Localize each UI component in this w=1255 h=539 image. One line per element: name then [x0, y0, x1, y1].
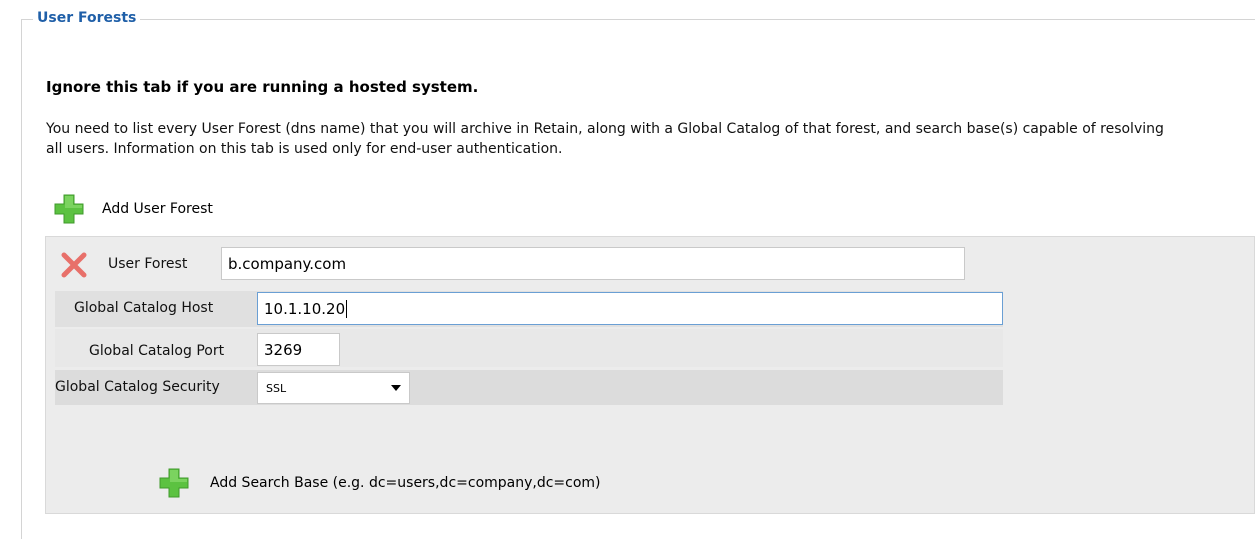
gc-host-label: Global Catalog Host — [74, 300, 214, 316]
add-search-base-button[interactable]: Add Search Base (e.g. dc=users,dc=compan… — [158, 467, 601, 499]
add-search-base-label: Add Search Base (e.g. dc=users,dc=compan… — [210, 475, 601, 491]
gc-port-label: Global Catalog Port — [89, 343, 225, 359]
gc-host-input[interactable]: 10.1.10.20 — [257, 292, 1003, 325]
gc-port-input[interactable]: 3269 — [257, 333, 340, 366]
hosted-notice: Ignore this tab if you are running a hos… — [46, 78, 479, 96]
user-forest-label: User Forest — [108, 256, 188, 272]
section-description: You need to list every User Forest (dns … — [46, 121, 1164, 157]
plus-icon — [53, 193, 85, 225]
gc-security-select[interactable]: SSL — [257, 372, 410, 404]
section-legend: User Forests — [33, 10, 141, 26]
chevron-down-icon — [391, 385, 401, 391]
add-user-forest-button[interactable]: Add User Forest — [53, 193, 213, 225]
add-user-forest-label: Add User Forest — [102, 201, 213, 217]
user-forest-value: b.company.com — [228, 254, 347, 273]
text-cursor — [346, 299, 348, 318]
gc-host-value: 10.1.10.20 — [264, 299, 346, 318]
gc-security-label: Global Catalog Security — [55, 379, 220, 395]
user-forest-panel: User Forest b.company.com Global Catalog… — [45, 236, 1255, 514]
gc-port-value: 3269 — [264, 340, 303, 359]
remove-x-icon[interactable] — [60, 251, 88, 279]
plus-icon — [158, 467, 190, 499]
user-forest-input[interactable]: b.company.com — [221, 247, 965, 280]
gc-security-value: SSL — [266, 381, 287, 395]
